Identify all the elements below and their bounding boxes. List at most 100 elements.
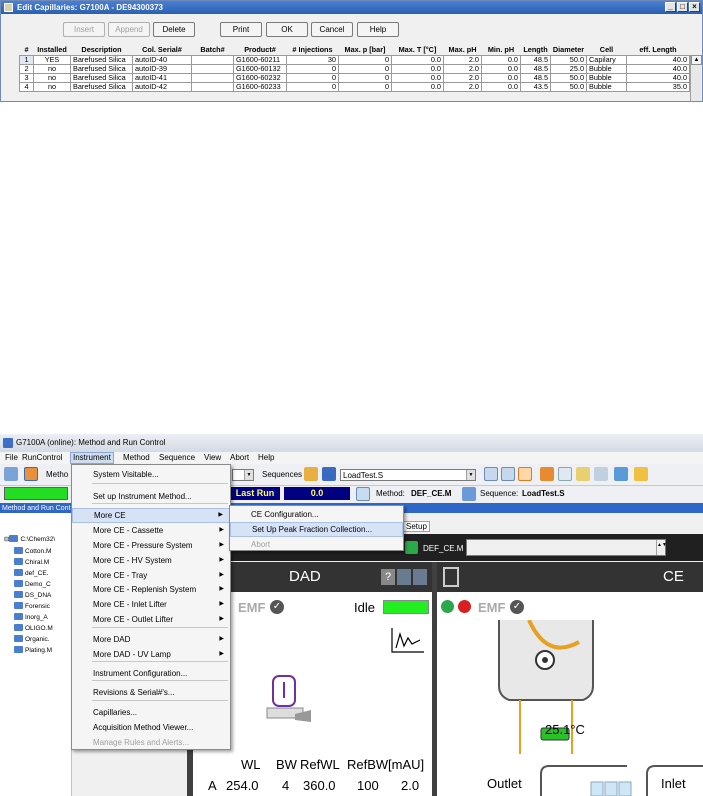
- tree-item[interactable]: Cotton.M: [14, 547, 51, 557]
- table-cell[interactable]: 0: [338, 81, 392, 92]
- table-cell[interactable]: 40.0: [626, 54, 690, 65]
- table-cell[interactable]: 50.0: [550, 72, 587, 83]
- menu-abort[interactable]: Abort: [228, 452, 251, 464]
- table-cell[interactable]: 35.0: [626, 81, 690, 92]
- table-cell[interactable]: 2.0: [443, 81, 482, 92]
- column-header[interactable]: #: [20, 45, 34, 55]
- table-cell[interactable]: 0.0: [481, 72, 521, 83]
- append-button[interactable]: Append: [108, 22, 150, 37]
- table-cell[interactable]: 0.0: [391, 63, 444, 74]
- table-cell[interactable]: 2.0: [443, 72, 482, 83]
- column-header[interactable]: Col. Serial#: [133, 45, 192, 55]
- minimize-module-icon[interactable]: [397, 569, 411, 585]
- menu-instrument[interactable]: Instrument: [70, 452, 114, 464]
- table-cell[interactable]: [191, 81, 234, 92]
- instrument-menu-item[interactable]: Capillaries...: [72, 705, 230, 720]
- tree-item[interactable]: OLIGO.M: [14, 624, 53, 634]
- table-cell[interactable]: 1: [19, 54, 34, 65]
- minimize-icon[interactable]: _: [665, 2, 676, 12]
- instrument-menu-item[interactable]: Instrument Configuration...: [72, 666, 230, 681]
- spectrum-icon[interactable]: [390, 626, 426, 656]
- table-cell[interactable]: G1600-60232: [233, 72, 287, 83]
- table-cell[interactable]: no: [33, 63, 71, 74]
- instrument-menu-item[interactable]: System Visitable...: [72, 467, 230, 482]
- spin-icon[interactable]: ▲▼: [656, 540, 667, 555]
- print-button[interactable]: Print: [220, 22, 262, 37]
- column-header[interactable]: Batch#: [192, 45, 234, 55]
- user-icon[interactable]: [634, 467, 648, 481]
- instrument-menu-item[interactable]: More CE - Pressure System ▶: [72, 538, 230, 553]
- copy-icon[interactable]: [576, 467, 590, 481]
- instrument-menu-item[interactable]: More CE - Replenish System ▶: [72, 582, 230, 597]
- table-cell[interactable]: 43.5: [520, 81, 551, 92]
- column-header[interactable]: Diameter: [551, 45, 587, 55]
- table-cell[interactable]: no: [33, 81, 71, 92]
- table-cell[interactable]: 48.5: [520, 72, 551, 83]
- table-cell[interactable]: 0: [338, 72, 392, 83]
- maximize-module-icon[interactable]: [413, 569, 427, 585]
- instrument-menu-item[interactable]: More CE - Tray ▶: [72, 568, 230, 583]
- table-cell[interactable]: 0: [338, 63, 392, 74]
- tree-item[interactable]: DS_DNA: [14, 591, 51, 601]
- column-header[interactable]: Max. T [°C]: [392, 45, 444, 55]
- table-cell[interactable]: no: [33, 72, 71, 83]
- ce-start-icon[interactable]: [441, 600, 454, 613]
- table-cell[interactable]: 25.0: [550, 63, 587, 74]
- maximize-icon[interactable]: □: [677, 2, 688, 12]
- instrument-menu-item[interactable]: Acquisition Method Viewer...: [72, 720, 230, 735]
- tree-item[interactable]: Plating.M: [14, 646, 52, 656]
- ok-button[interactable]: OK: [266, 22, 308, 37]
- table-cell[interactable]: 0.0: [391, 72, 444, 83]
- column-header[interactable]: Product#: [234, 45, 287, 55]
- submenu-item[interactable]: Abort: [230, 537, 403, 552]
- run-icon[interactable]: [24, 467, 38, 481]
- method-description-box[interactable]: ▲▼: [466, 539, 667, 556]
- table-cell[interactable]: Barefused Silica: [70, 81, 133, 92]
- table-cell[interactable]: autoID-41: [132, 72, 192, 83]
- table-cell[interactable]: Bubble: [586, 81, 627, 92]
- tree-item[interactable]: Demo_C: [14, 580, 51, 590]
- column-header[interactable]: Description: [71, 45, 133, 55]
- instrument-menu-item[interactable]: More CE - Inlet Lifter ▶: [72, 597, 230, 612]
- table-cell[interactable]: 50.0: [550, 81, 587, 92]
- tree-item[interactable]: Chiral.M: [14, 558, 49, 568]
- table-cell[interactable]: 3: [19, 72, 34, 83]
- table-cell[interactable]: 0.0: [481, 54, 521, 65]
- print-preview-icon[interactable]: [558, 467, 572, 481]
- close-icon[interactable]: ×: [689, 2, 700, 12]
- chevron-down-icon[interactable]: ▼: [244, 470, 253, 480]
- method-icon[interactable]: [356, 487, 370, 501]
- table-cell[interactable]: autoID-39: [132, 63, 192, 74]
- column-header[interactable]: eff. Length: [627, 45, 690, 55]
- table-cell[interactable]: 0.0: [391, 81, 444, 92]
- table-scrollbar[interactable]: ▲: [690, 55, 702, 101]
- table-cell[interactable]: Bubble: [586, 63, 627, 74]
- instrument-menu-item[interactable]: More DAD ▶: [72, 632, 230, 647]
- instrument-menu-item[interactable]: Revisions & Serial#'s...: [72, 685, 230, 700]
- print-icon[interactable]: [594, 467, 608, 481]
- report-icon[interactable]: [540, 467, 554, 481]
- table-cell[interactable]: Barefused Silica: [70, 63, 133, 74]
- instrument-menu-item[interactable]: Set up Instrument Method...: [72, 489, 230, 504]
- layout-icon[interactable]: [501, 467, 515, 481]
- table-cell[interactable]: 0: [338, 54, 392, 65]
- table-cell[interactable]: G1600-60233: [233, 81, 287, 92]
- table-cell[interactable]: 0: [286, 63, 339, 74]
- table-cell[interactable]: 48.5: [520, 63, 551, 74]
- menu-file[interactable]: File: [3, 452, 20, 464]
- table-cell[interactable]: [191, 72, 234, 83]
- column-header[interactable]: Max. pH: [444, 45, 482, 55]
- menu-help[interactable]: Help: [256, 452, 276, 464]
- instrument-menu-item[interactable]: More CE - Outlet Lifter ▶: [72, 612, 230, 627]
- table-row[interactable]: 3 no Barefused Silica autoID-41 G1600-60232 0…: [19, 72, 690, 83]
- table-cell[interactable]: 2: [19, 63, 34, 74]
- method-combo[interactable]: ▼: [232, 469, 254, 481]
- table-cell[interactable]: Barefused Silica: [70, 72, 133, 83]
- check-icon[interactable]: [614, 467, 628, 481]
- column-header[interactable]: # Injections: [287, 45, 339, 55]
- table-cell[interactable]: 0.0: [481, 63, 521, 74]
- table-cell[interactable]: 4: [19, 81, 34, 92]
- table-cell[interactable]: G1600-60211: [233, 54, 287, 65]
- tree-root[interactable]: ⊟ C:\Chem32\: [4, 535, 55, 545]
- instrument-menu-item[interactable]: Manage Rules and Alerts...: [72, 735, 230, 750]
